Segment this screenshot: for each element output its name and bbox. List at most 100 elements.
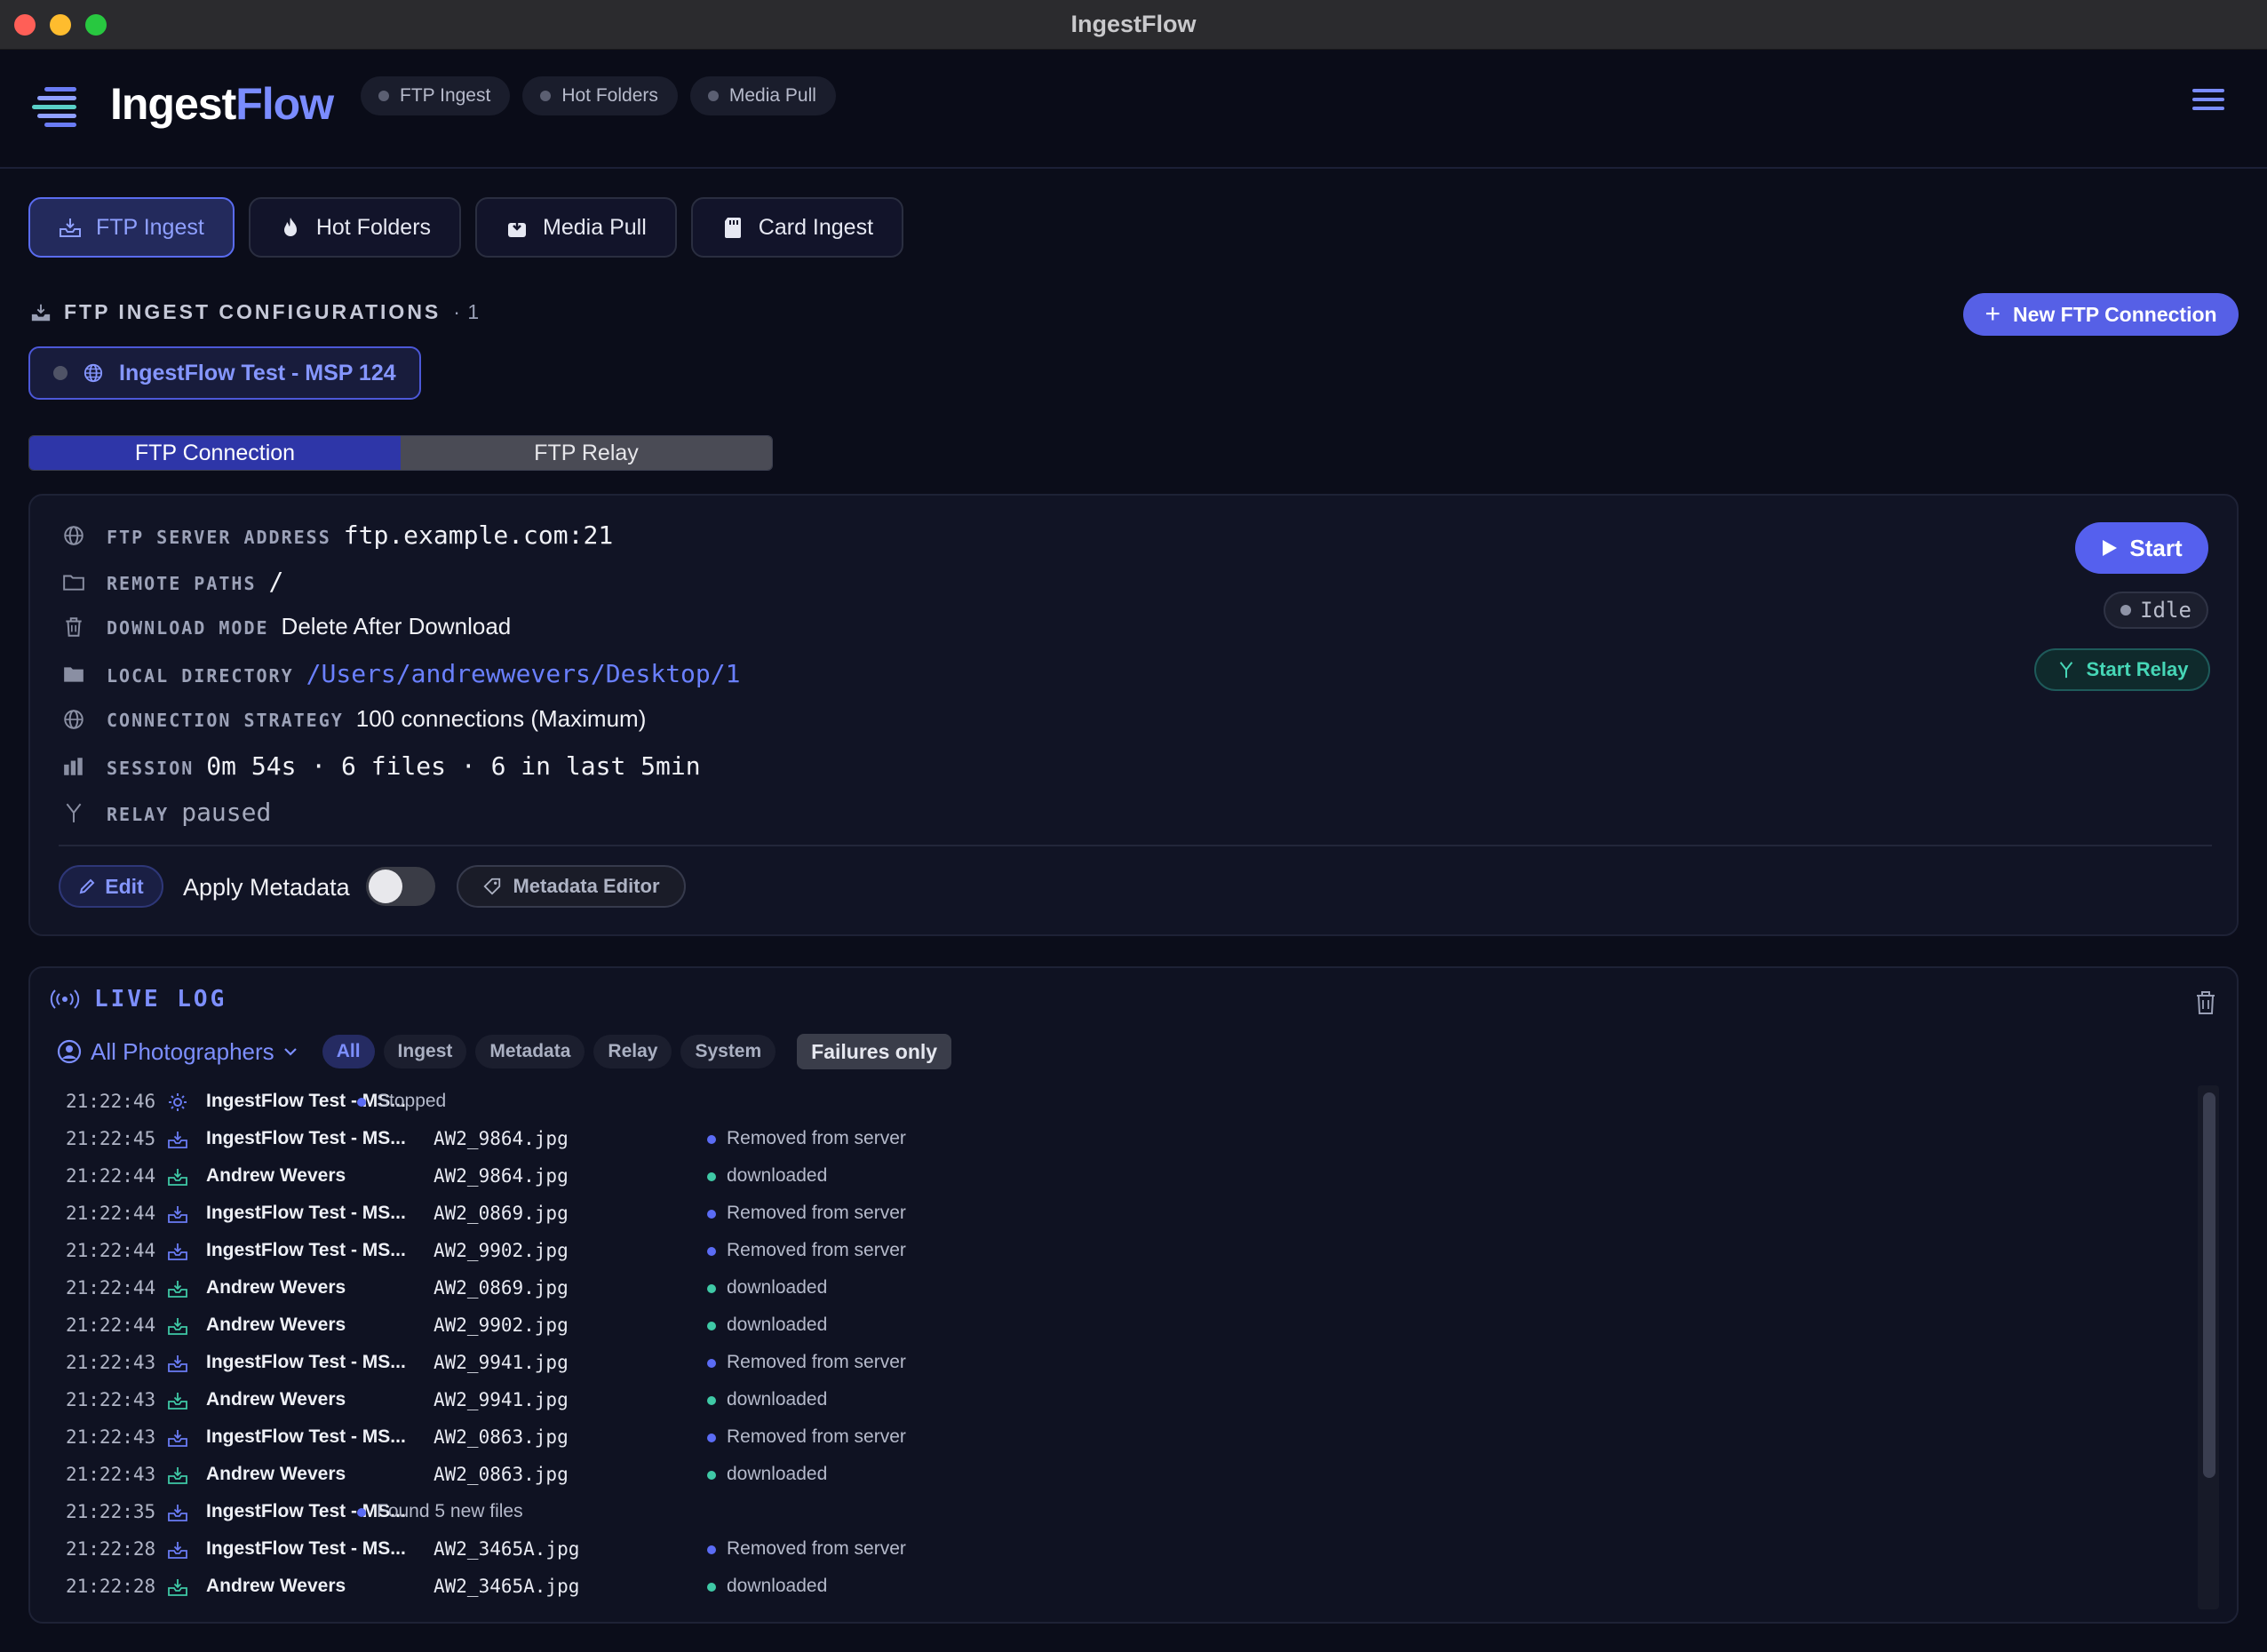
status-dot [707,91,719,101]
log-file: AW2_9902.jpg [434,1240,569,1261]
log-status-dot [707,1284,716,1293]
app-header: IngestFlow FTP Ingest Hot Folders Media … [0,50,2267,169]
log-row: 21:22:43 IngestFlow Test - MS... AW2_0863.… [30,1419,2194,1457]
inbox-icon [167,1502,188,1523]
log-row: 21:22:44 IngestFlow Test - MS... AW2_9902.… [30,1233,2194,1270]
log-status-dot [707,1135,716,1144]
segment-ftp-relay[interactable]: FTP Relay [401,436,772,470]
window-titlebar: IngestFlow [0,0,2267,50]
log-time: 21:22:43 [66,1352,156,1373]
section-count: · 1 [453,300,481,323]
photographer-filter-dropdown[interactable]: All Photographers [57,1038,298,1066]
new-ftp-connection-button[interactable]: + New FTP Connection [1963,293,2239,336]
filter-chip-metadata[interactable]: Metadata [475,1035,585,1068]
ftp-config-chip[interactable]: IngestFlow Test - MSP 124 [28,346,421,400]
chevron-down-icon [283,1048,297,1056]
ftp-tray-icon [60,218,81,237]
log-message: Removed from server [727,1240,906,1260]
log-time: 21:22:44 [66,1277,156,1299]
log-source: IngestFlow Test - MS... [206,1538,406,1559]
inbox-icon [167,1203,188,1225]
status-dot [2120,605,2132,616]
service-status-pills: FTP Ingest Hot Folders Media Pull [361,76,836,115]
flame-icon [283,218,297,236]
log-row: 21:22:44 IngestFlow Test - MS... AW2_0869.… [30,1195,2194,1233]
log-row: 21:22:44 Andrew Wevers AW2_9902.jpg downloa… [30,1307,2194,1345]
failures-only-toggle[interactable]: Failures only [797,1034,952,1069]
brand-logo-text: IngestFlow [110,79,334,129]
bar-chart-icon [64,757,83,775]
log-row: 21:22:28 Andrew Wevers AW2_3465A.jpg downlo… [30,1569,2194,1606]
log-file: AW2_9941.jpg [434,1352,569,1373]
log-source: IngestFlow Test - MS... [206,1352,406,1372]
filter-chip-ingest[interactable]: Ingest [383,1035,467,1068]
tag-icon [483,878,501,895]
server-address-row: FTP SERVER ADDRESS ftp.example.com:21 [62,520,613,550]
log-status-dot [707,1545,716,1554]
log-status-dot [357,1508,366,1517]
filter-chip-all[interactable]: All [322,1035,375,1068]
segment-ftp-connection[interactable]: FTP Connection [29,436,401,470]
log-time: 21:22:43 [66,1464,156,1485]
globe-icon [84,363,103,383]
globe-icon [64,709,84,729]
tab-ftp-ingest[interactable]: FTP Ingest [28,197,235,258]
log-time: 21:22:35 [66,1501,156,1522]
log-status-dot [707,1396,716,1405]
log-source: Andrew Wevers [206,1464,346,1484]
log-row: 21:22:43 Andrew Wevers AW2_0863.jpg downloa… [30,1457,2194,1494]
log-time: 21:22:28 [66,1576,156,1597]
relay-status-value: paused [181,798,272,827]
inbox-icon [167,1539,188,1561]
log-message: downloaded [727,1314,828,1335]
inbox-icon [167,1390,188,1411]
filter-chip-relay[interactable]: Relay [593,1035,672,1068]
log-row: 21:22:46 IngestFlow Test - MS... Stopped [30,1084,2194,1121]
log-message: Found 5 new files [377,1501,523,1521]
clear-log-trash-icon[interactable] [2194,989,2217,1016]
tab-hot-folders[interactable]: Hot Folders [248,197,462,258]
tab-media-pull[interactable]: Media Pull [475,197,677,258]
ftp-tray-icon [31,304,51,321]
hamburger-menu-icon[interactable] [2192,89,2224,114]
plus-icon: + [1985,299,2001,329]
user-circle-icon [57,1039,82,1064]
local-directory-link[interactable]: /Users/andrewwevers/Desktop/1 [306,659,741,688]
relay-row: RELAY paused [62,798,271,827]
log-file: AW2_3465A.jpg [434,1538,580,1560]
connection-strategy-value: 100 connections (Maximum) [355,705,647,732]
sd-card-icon [724,218,741,238]
filter-chip-system[interactable]: System [680,1035,776,1068]
status-pill-hot-folders: Hot Folders [522,76,678,115]
log-source: Andrew Wevers [206,1389,346,1410]
log-entries: 21:22:46 IngestFlow Test - MS... Stopped 21… [30,1084,2194,1606]
log-file: AW2_0863.jpg [434,1464,569,1485]
start-relay-button[interactable]: Start Relay [2034,648,2210,691]
download-box-icon [508,218,527,237]
inbox-icon [167,1166,188,1187]
edit-button[interactable]: Edit [59,865,163,908]
log-status-dot [707,1247,716,1256]
inbox-icon [167,1465,188,1486]
section-title: FTP INGEST CONFIGURATIONS [64,300,441,323]
session-value: 0m 54s · 6 files · 6 in last 5min [206,751,701,781]
folder-icon [63,575,84,591]
metadata-editor-button[interactable]: Metadata Editor [457,865,686,908]
log-time: 21:22:44 [66,1203,156,1224]
log-message: downloaded [727,1464,828,1484]
main-tabs: FTP Ingest Hot Folders Media Pull Card I… [28,197,904,258]
log-filter-row: All Photographers All Ingest Metadata Re… [57,1034,952,1069]
inbox-icon [167,1315,188,1337]
apply-metadata-toggle[interactable] [366,867,435,906]
log-source: IngestFlow Test - MS... [206,1426,406,1447]
log-status-dot [707,1471,716,1480]
log-message: downloaded [727,1389,828,1410]
log-message: downloaded [727,1165,828,1186]
start-button[interactable]: Start [2075,522,2208,574]
inbox-icon [167,1129,188,1150]
remote-paths-row: REMOTE PATHS / [62,567,283,596]
log-message: Removed from server [727,1352,906,1372]
tab-card-ingest[interactable]: Card Ingest [690,197,904,258]
log-row: 21:22:28 IngestFlow Test - MS... AW2_3465A… [30,1531,2194,1569]
log-scrollbar-thumb[interactable] [2203,1092,2215,1478]
